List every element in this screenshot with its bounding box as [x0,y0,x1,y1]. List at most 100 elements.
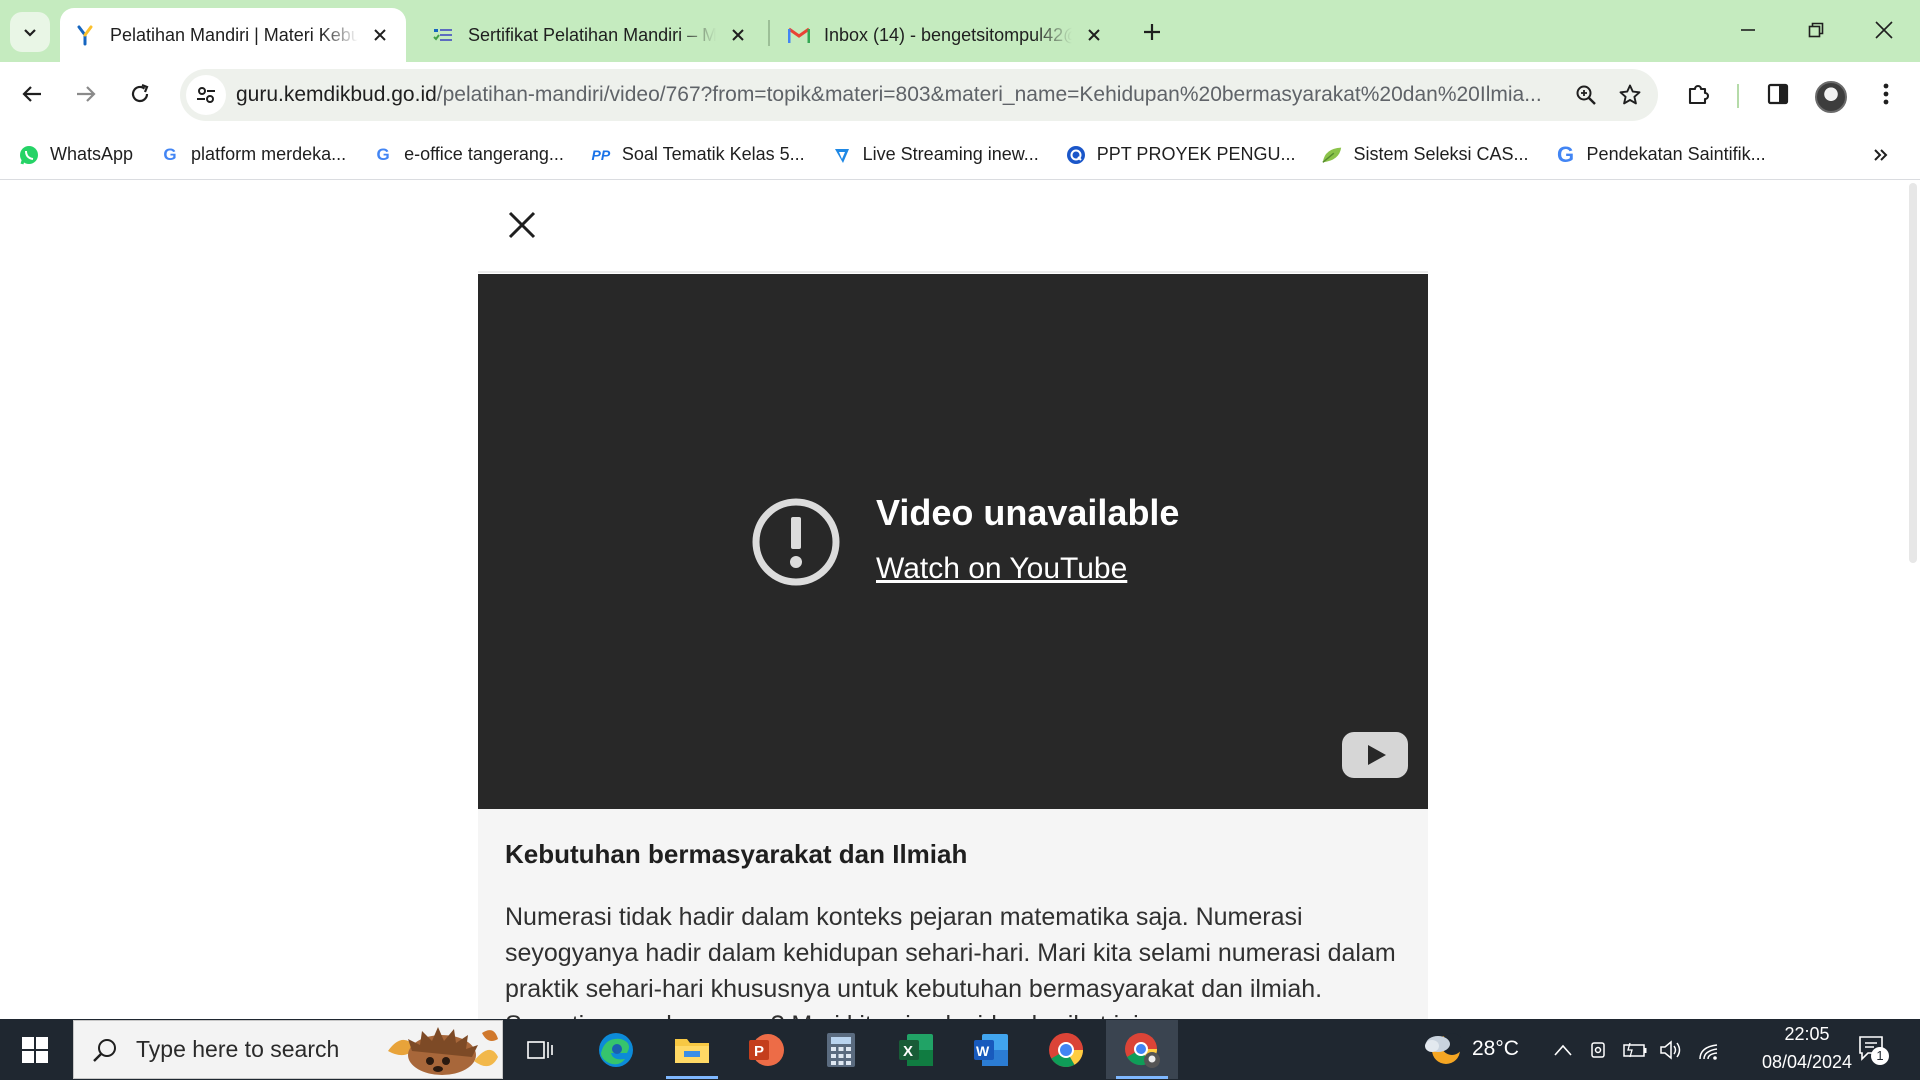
tab-separator [768,20,770,46]
close-icon [1875,21,1893,39]
close-tab-icon[interactable] [368,23,392,47]
page-scrollbar[interactable] [1906,181,1920,1019]
bookmark-whatsapp[interactable]: WhatsApp [18,144,133,166]
puzzle-icon [1688,85,1709,105]
minimize-icon [1741,29,1755,31]
bookmark-label: Sistem Seleksi CAS... [1353,144,1529,164]
bookmarks-bar: WhatsApp G platform merdeka... G e-offic… [0,130,1920,180]
taskbar-calculator[interactable] [805,1020,877,1079]
close-tab-icon[interactable] [1082,23,1106,47]
search-placeholder: Type here to search [136,1036,340,1062]
bookmark-label: Live Streaming inew... [862,144,1039,164]
tab-search-button[interactable] [10,12,50,52]
bookmark-label: WhatsApp [50,144,134,164]
back-button[interactable] [12,74,52,114]
video-modal-header [478,181,1428,273]
taskbar-excel[interactable]: X [880,1020,952,1079]
google-icon: G [163,144,177,164]
more-bookmarks-button[interactable] [1868,142,1894,168]
close-window-button[interactable] [1854,8,1914,52]
svg-text:W: W [976,1043,990,1059]
show-hidden-icons-button[interactable] [1550,1038,1576,1062]
bookmark-platform-merdeka[interactable]: G platform merdeka... [159,144,346,166]
bookmark-soal-tematik[interactable]: PP Soal Tematik Kelas 5... [590,144,805,166]
merdeka-mengajar-favicon-icon [74,24,96,46]
windows-taskbar: Type here to search P X W 28°C 22:05 08/… [0,1019,1920,1080]
svg-text:P: P [754,1043,764,1060]
svg-text:X: X [903,1043,913,1060]
volume-icon[interactable] [1658,1038,1684,1062]
new-tab-button[interactable] [1134,14,1170,50]
scrollbar-thumb[interactable] [1909,183,1917,563]
bookmark-ppt-proyek[interactable]: PPT PROYEK PENGU... [1065,144,1295,166]
taskbar-search-box[interactable]: Type here to search [73,1020,503,1079]
wifi-icon[interactable] [1696,1038,1722,1062]
double-chevron-right-icon [1874,149,1888,161]
reload-button[interactable] [120,74,160,114]
forward-button[interactable] [66,74,106,114]
material-description-card: Kebutuhan bermasyarakat dan Ilmiah Numer… [478,809,1428,1019]
weather-temperature[interactable]: 28°C [1472,1037,1519,1061]
tab-pelatihan-mandiri[interactable]: Pelatihan Mandiri | Materi Kebutuhan ber… [60,8,406,62]
star-icon [1619,84,1641,105]
restore-button[interactable] [1786,8,1846,52]
restore-icon [1808,22,1824,38]
q-icon [1065,144,1087,166]
close-icon [508,211,536,239]
chrome-profile-icon [1125,1032,1160,1068]
more-vertical-icon [1883,83,1889,105]
task-view-icon [527,1040,553,1059]
close-tab-icon[interactable] [726,23,750,47]
battery-icon[interactable] [1622,1038,1648,1062]
zoom-icon [1576,85,1596,105]
windows-logo-icon [22,1037,48,1063]
close-modal-button[interactable] [502,205,542,245]
extensions-button[interactable] [1679,74,1719,114]
side-panel-button[interactable] [1758,74,1798,114]
side-panel-icon [1767,83,1789,105]
plus-icon [1144,24,1160,40]
word-icon: W [974,1033,1008,1066]
video-player[interactable]: Video unavailable Watch on YouTube [478,274,1428,809]
leaf-icon [1321,144,1343,166]
youtube-logo-icon[interactable] [1342,732,1408,778]
site-info-button[interactable] [186,75,226,115]
bookmark-live-streaming[interactable]: Live Streaming inew... [831,144,1039,166]
profile-avatar[interactable] [1815,81,1847,113]
notifications-button[interactable]: 1 [1857,1033,1889,1067]
video-error-title: Video unavailable [876,492,1180,533]
gmail-icon [788,24,810,46]
taskbar-chrome[interactable] [1030,1020,1102,1079]
tab-strip: Pelatihan Mandiri | Materi Kebutuhan ber… [0,0,1920,62]
bookmark-sistem-seleksi[interactable]: Sistem Seleksi CAS... [1321,144,1529,166]
taskbar-word[interactable]: W [955,1020,1027,1079]
page-content: Video unavailable Watch on YouTube Kebut… [0,181,1920,1019]
meet-now-icon[interactable] [1586,1038,1612,1062]
tab-gmail-inbox[interactable]: Inbox (14) - bengetsitompul42@gmail.com [774,8,1120,62]
taskbar-powerpoint[interactable]: P [730,1020,802,1079]
reload-icon [131,83,149,103]
taskbar-file-explorer[interactable] [656,1020,728,1079]
folder-icon [675,1038,709,1063]
taskbar-edge[interactable] [580,1020,652,1079]
task-view-button[interactable] [504,1020,576,1079]
address-bar[interactable]: guru.kemdikbud.go.id/pelatihan-mandiri/v… [180,69,1658,121]
bookmark-e-office[interactable]: G e-office tangerang... [372,144,563,166]
taskbar-chrome-profile[interactable] [1106,1020,1178,1079]
zoom-button[interactable] [1566,75,1606,115]
minimize-button[interactable] [1718,8,1778,52]
material-title: Kebutuhan bermasyarakat dan Ilmiah [505,839,968,869]
url-text[interactable]: guru.kemdikbud.go.id/pelatihan-mandiri/v… [236,83,1558,107]
bookmark-pendekatan-saintifik[interactable]: G Pendekatan Saintifik... [1555,142,1766,167]
tab-sertifikat[interactable]: Sertifikat Pelatihan Mandiri – Merdeka [418,8,764,62]
watch-on-youtube-link[interactable]: Watch on YouTube [876,552,1127,586]
start-button[interactable] [14,1031,56,1069]
certificate-favicon-icon [432,24,454,46]
whatsapp-icon [18,144,40,166]
chrome-menu-button[interactable] [1866,74,1906,114]
exclamation-circle-icon [752,498,840,586]
bookmark-star-button[interactable] [1610,75,1650,115]
clock-time[interactable]: 22:05 [1762,1024,1852,1045]
tab-title: Pelatihan Mandiri | Materi Kebutuhan ber… [110,24,358,45]
search-icon [90,1035,120,1065]
